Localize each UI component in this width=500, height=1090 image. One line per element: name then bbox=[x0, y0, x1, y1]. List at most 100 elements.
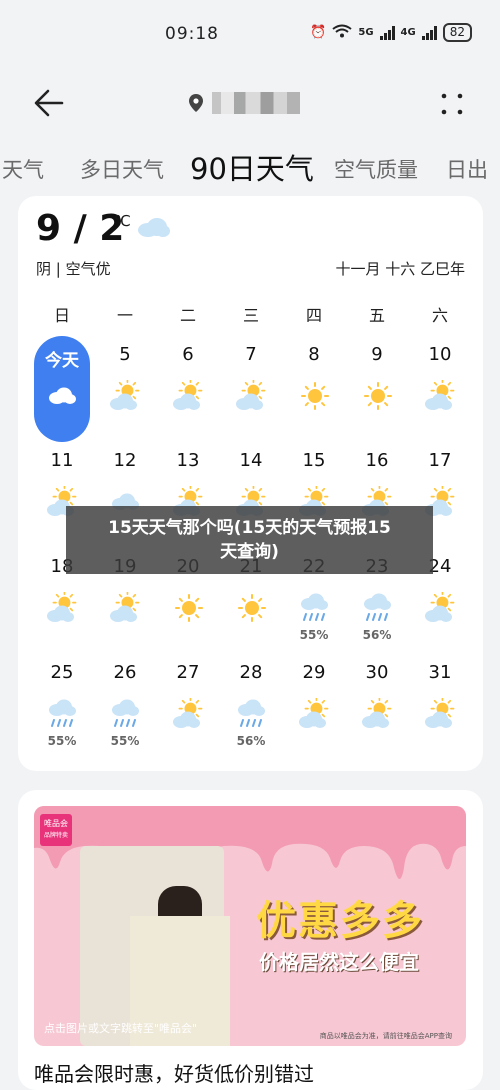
day-number: 6 bbox=[182, 344, 194, 365]
ad-subline: 价格居然这么便宜 bbox=[259, 950, 419, 974]
calendar-day-today[interactable]: 今天 bbox=[34, 336, 90, 442]
weekday-label: 一 bbox=[116, 306, 133, 325]
partly-cloudy-icon bbox=[299, 698, 329, 728]
day-number: 27 bbox=[176, 662, 200, 683]
partly-cloudy-icon bbox=[425, 592, 455, 622]
partly-cloudy-icon bbox=[173, 698, 203, 728]
cloudy-icon bbox=[138, 218, 170, 237]
tab-air-quality[interactable]: 空气质量 bbox=[334, 154, 418, 184]
day-number: 7 bbox=[245, 344, 257, 365]
partly-cloudy-icon bbox=[110, 592, 140, 622]
day-number: 15 bbox=[302, 450, 326, 471]
day-number: 16 bbox=[365, 450, 389, 471]
top-bar bbox=[0, 70, 500, 140]
overlay-line-2: 天查询) bbox=[220, 542, 279, 562]
partly-cloudy-icon bbox=[425, 380, 455, 410]
sunny-icon bbox=[175, 594, 203, 622]
ad-click-note: 点击图片或文字跳转至"唯品会" bbox=[44, 1022, 198, 1035]
calendar-day[interactable]: 10 bbox=[412, 336, 468, 436]
weekday-label: 三 bbox=[242, 306, 259, 325]
tab-bar: 天气 多日天气 90日天气 空气质量 日出 bbox=[0, 146, 500, 186]
sunny-icon bbox=[238, 594, 266, 622]
temperature-unit: ℃ bbox=[114, 212, 131, 230]
calendar-day[interactable]: 31 bbox=[412, 654, 468, 754]
location-name-blurred bbox=[212, 92, 300, 114]
ad-card[interactable]: 唯品会品牌特卖 优惠多多 价格居然这么便宜 点击图片或文字跳转至"唯品会" 商品… bbox=[18, 790, 483, 1090]
partly-cloudy-icon bbox=[362, 698, 392, 728]
tab-weather[interactable]: 天气 bbox=[2, 154, 44, 184]
rain-icon bbox=[112, 699, 139, 727]
tab-90-day[interactable]: 90日天气 bbox=[190, 146, 314, 188]
day-number: 26 bbox=[113, 662, 137, 683]
rain-probability: 56% bbox=[236, 734, 266, 748]
calendar-day[interactable]: 29 bbox=[286, 654, 342, 754]
partly-cloudy-icon bbox=[110, 380, 140, 410]
calendar-day[interactable]: 9 bbox=[349, 336, 405, 436]
partly-cloudy-icon bbox=[47, 592, 77, 622]
ad-disclaimer: 商品以唯品会为准，请前往唯品会APP查询 bbox=[319, 1032, 452, 1040]
day-number: 13 bbox=[176, 450, 200, 471]
signal-5g-label: 5G bbox=[358, 27, 374, 38]
sunny-icon bbox=[301, 382, 329, 410]
calendar-day[interactable]: 26 55% bbox=[97, 654, 153, 754]
status-bar: 09:18 ⏰ 5G 4G 82 bbox=[0, 0, 500, 70]
calendar-day[interactable]: 30 bbox=[349, 654, 405, 754]
rain-probability: 55% bbox=[47, 734, 77, 748]
day-number: 31 bbox=[428, 662, 452, 683]
back-arrow-icon[interactable] bbox=[32, 86, 66, 120]
ad-image[interactable]: 唯品会品牌特卖 优惠多多 价格居然这么便宜 点击图片或文字跳转至"唯品会" 商品… bbox=[34, 806, 466, 1046]
overlay-line-1: 15天天气那个吗(15天的天气预报15 bbox=[108, 518, 391, 538]
calendar-day[interactable]: 28 56% bbox=[223, 654, 279, 754]
day-number: 14 bbox=[239, 450, 263, 471]
rain-icon bbox=[49, 699, 76, 727]
location-selector[interactable] bbox=[188, 92, 300, 114]
cloudy-icon bbox=[49, 387, 76, 404]
day-number: 8 bbox=[308, 344, 320, 365]
ad-brand-logo: 唯品会 品牌特卖 bbox=[40, 814, 72, 846]
wifi-icon bbox=[332, 24, 352, 42]
ad-brand-name: 唯品会 bbox=[44, 819, 68, 828]
status-time: 09:18 bbox=[165, 24, 219, 44]
calendar-day[interactable]: 27 bbox=[160, 654, 216, 754]
today-temperature: 9 / 2 bbox=[36, 208, 125, 249]
lunar-date: 十一月 十六 乙巳年 bbox=[335, 260, 465, 278]
day-number: 29 bbox=[302, 662, 326, 683]
sunny-icon bbox=[364, 382, 392, 410]
tab-multi-day[interactable]: 多日天气 bbox=[80, 154, 164, 184]
calendar-day[interactable]: 25 55% bbox=[34, 654, 90, 754]
calendar-day[interactable]: 8 bbox=[286, 336, 342, 436]
rain-icon bbox=[238, 699, 265, 727]
day-number: 17 bbox=[428, 450, 452, 471]
day-number: 12 bbox=[113, 450, 137, 471]
day-number: 今天 bbox=[45, 351, 79, 371]
weekday-label: 六 bbox=[431, 306, 448, 325]
weekday-label: 四 bbox=[305, 306, 322, 325]
calendar-day[interactable]: 7 bbox=[223, 336, 279, 436]
day-number: 9 bbox=[371, 344, 383, 365]
weekday-label: 二 bbox=[179, 306, 196, 325]
location-pin-icon bbox=[189, 94, 203, 112]
rain-probability: 55% bbox=[299, 628, 329, 642]
tab-sunrise[interactable]: 日出 bbox=[446, 154, 488, 184]
rain-probability: 55% bbox=[110, 734, 140, 748]
weekday-label: 日 bbox=[53, 306, 70, 325]
day-number: 11 bbox=[50, 450, 74, 471]
partly-cloudy-icon bbox=[425, 698, 455, 728]
day-number: 30 bbox=[365, 662, 389, 683]
weekday-label: 五 bbox=[368, 306, 385, 325]
day-number: 28 bbox=[239, 662, 263, 683]
status-icons: ⏰ 5G 4G 82 bbox=[310, 23, 472, 42]
day-number: 25 bbox=[50, 662, 74, 683]
battery-icon: 82 bbox=[442, 23, 472, 42]
day-number: 5 bbox=[119, 344, 131, 365]
ad-brand-sub: 品牌特卖 bbox=[43, 832, 68, 839]
signal-4g-label: 4G bbox=[400, 27, 416, 38]
rain-icon bbox=[364, 593, 391, 621]
calendar-day[interactable]: 5 bbox=[97, 336, 153, 436]
calendar-day[interactable]: 6 bbox=[160, 336, 216, 436]
more-dots-icon[interactable] bbox=[440, 92, 464, 116]
rain-icon bbox=[301, 593, 328, 621]
ad-headline: 优惠多多 bbox=[256, 898, 424, 944]
partly-cloudy-icon bbox=[173, 380, 203, 410]
rain-probability: 56% bbox=[362, 628, 392, 642]
